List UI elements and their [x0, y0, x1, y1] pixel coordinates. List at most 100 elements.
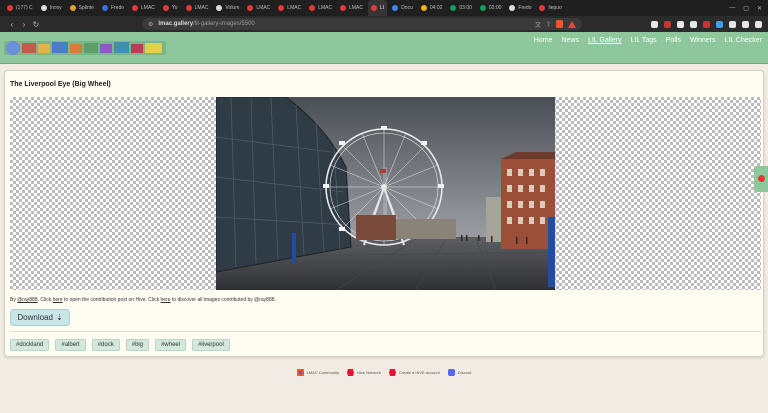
browser-tab[interactable]: LMAC — [129, 0, 158, 16]
lmac-icon — [296, 368, 304, 376]
url-host: lmac.gallery — [158, 21, 194, 27]
side-widget-tab[interactable] — [754, 166, 768, 192]
browser-tab[interactable]: LI — [368, 0, 388, 16]
tab-label: Inoxy — [49, 5, 62, 11]
author-images-link[interactable]: here — [160, 297, 170, 303]
tab-label: (177) C — [16, 5, 33, 11]
tag-albert[interactable]: #albert — [55, 339, 86, 351]
hive-post-link[interactable]: here — [53, 297, 63, 303]
brave-shields-icon[interactable] — [556, 20, 563, 28]
address-bar[interactable]: ⚙ lmac.gallery/lil-gallery-images/5500 文… — [142, 18, 582, 30]
extension-icon[interactable] — [664, 20, 671, 28]
browser-tab[interactable]: LMAC — [183, 0, 212, 16]
site-info-icon[interactable]: ⚙ — [148, 21, 153, 28]
tab-favicon-icon — [7, 5, 13, 11]
browser-tab[interactable]: Docu — [389, 0, 416, 16]
liverpool-eye-photo[interactable] — [216, 97, 555, 290]
credit-text-2: to open the contribution post on Hive. C… — [64, 297, 160, 303]
nav-lil-checker[interactable]: LIL Checker — [725, 37, 762, 44]
browser-tab[interactable]: Splinte — [67, 0, 97, 16]
download-button[interactable]: Download ⇣ — [10, 309, 70, 326]
tab-label: LMAC — [318, 5, 333, 11]
forward-icon[interactable]: › — [18, 20, 30, 29]
minimize-icon[interactable]: — — [729, 5, 735, 12]
footer-lmac-community[interactable]: LMAC Community — [296, 368, 340, 376]
back-icon[interactable]: ‹ — [6, 20, 18, 29]
browser-tab[interactable]: LMAC — [306, 0, 335, 16]
tab-favicon-icon — [162, 5, 169, 11]
browser-tab[interactable]: Volum — [213, 0, 242, 16]
browser-tab[interactable]: Yo — [160, 0, 181, 16]
tab-label: 03:00 — [488, 5, 502, 11]
download-arrow-icon: ⇣ — [55, 313, 63, 322]
nav-winners[interactable]: Winners — [690, 37, 716, 44]
browser-tab[interactable]: LMAC — [244, 0, 273, 16]
menu-icon[interactable] — [755, 20, 762, 28]
share-icon[interactable]: ⇪ — [546, 21, 551, 28]
translate-icon[interactable]: 文 — [535, 20, 541, 29]
tab-label: Yo — [171, 5, 178, 11]
brave-rewards-icon[interactable] — [568, 20, 576, 28]
browser-tab[interactable]: 03:00 — [447, 0, 475, 16]
divider — [10, 331, 761, 332]
tab-favicon-icon — [40, 5, 47, 11]
tag-big[interactable]: #big — [125, 339, 150, 351]
sidebar-toggle-icon[interactable] — [729, 20, 736, 28]
browser-tab[interactable]: 03:00 — [477, 0, 505, 16]
tag-list: #dockland #albert #dock #big #wheel #liv… — [10, 339, 230, 351]
footer-label: LMAC Community — [306, 369, 340, 375]
tab-favicon-icon — [247, 5, 254, 11]
extension-icon[interactable] — [716, 20, 723, 28]
tab-label: LMAC — [256, 5, 271, 11]
browser-tab[interactable]: LMAC — [337, 0, 366, 16]
tab-label: LMAC — [194, 5, 209, 11]
browser-tab[interactable]: LMAC — [275, 0, 304, 16]
image-card: The Liverpool Eye (Big Wheel) By @ray888… — [4, 70, 764, 357]
browser-tab[interactable]: Fredo — [99, 0, 127, 16]
nav-news[interactable]: News — [561, 37, 579, 44]
footer-create-hive-account[interactable]: Create a HIVE account — [388, 368, 440, 376]
reload-icon[interactable]: ↻ — [30, 20, 42, 29]
browser-tab[interactable]: 04:02 — [418, 0, 446, 16]
footer-discord[interactable]: Discord — [447, 368, 471, 376]
nav-lil-tags[interactable]: LIL Tags — [631, 37, 657, 44]
tag-dockland[interactable]: #dockland — [10, 339, 50, 351]
tab-favicon-icon — [69, 5, 76, 11]
image-viewer — [10, 97, 761, 290]
maximize-icon[interactable]: ▢ — [743, 5, 749, 12]
lmac-logo[interactable] — [4, 39, 166, 57]
tab-favicon-icon — [450, 5, 457, 11]
browser-tab[interactable]: liepuo — [536, 0, 564, 16]
author-link[interactable]: @ray888 — [17, 297, 37, 303]
tag-liverpool[interactable]: #liverpool — [192, 339, 230, 351]
contribution-credit: By @ray888. Click here to open the contr… — [10, 297, 276, 303]
browser-tab[interactable]: (177) C — [4, 0, 36, 16]
browser-tab-bar: (177) C Inoxy Splinte Fredo LMAC Yo LMAC Volum L… — [0, 0, 768, 16]
extension-icon[interactable] — [690, 20, 697, 28]
nav-lil-gallery[interactable]: LIL Gallery — [588, 37, 622, 44]
tab-label: Fredo — [518, 5, 532, 11]
wallet-icon[interactable] — [742, 20, 749, 28]
tab-label: Splinte — [78, 5, 94, 11]
site-footer: LMAC Community Hive Network Create a HIV… — [0, 366, 768, 378]
browser-tab[interactable]: Fredo — [506, 0, 534, 16]
hive-icon — [347, 368, 355, 376]
tab-label: Docu — [401, 5, 413, 11]
nav-polls[interactable]: Polls — [666, 37, 681, 44]
close-icon[interactable]: ✕ — [757, 5, 762, 12]
extension-icon[interactable] — [651, 20, 658, 28]
tag-wheel[interactable]: #wheel — [155, 339, 187, 351]
footer-hive-network[interactable]: Hive Network — [347, 368, 381, 376]
tab-favicon-icon — [479, 5, 486, 11]
tag-dock[interactable]: #dock — [91, 339, 120, 351]
image-title: The Liverpool Eye (Big Wheel) — [10, 81, 111, 88]
nav-home[interactable]: Home — [534, 37, 553, 44]
tab-favicon-icon — [101, 5, 108, 11]
tab-favicon-icon — [185, 5, 192, 11]
hive-icon — [758, 175, 765, 182]
tab-label: 03:00 — [459, 5, 472, 11]
extension-icon[interactable] — [703, 20, 710, 28]
extension-icon[interactable] — [677, 20, 684, 28]
discord-icon — [447, 368, 455, 376]
browser-tab[interactable]: Inoxy — [38, 0, 65, 16]
